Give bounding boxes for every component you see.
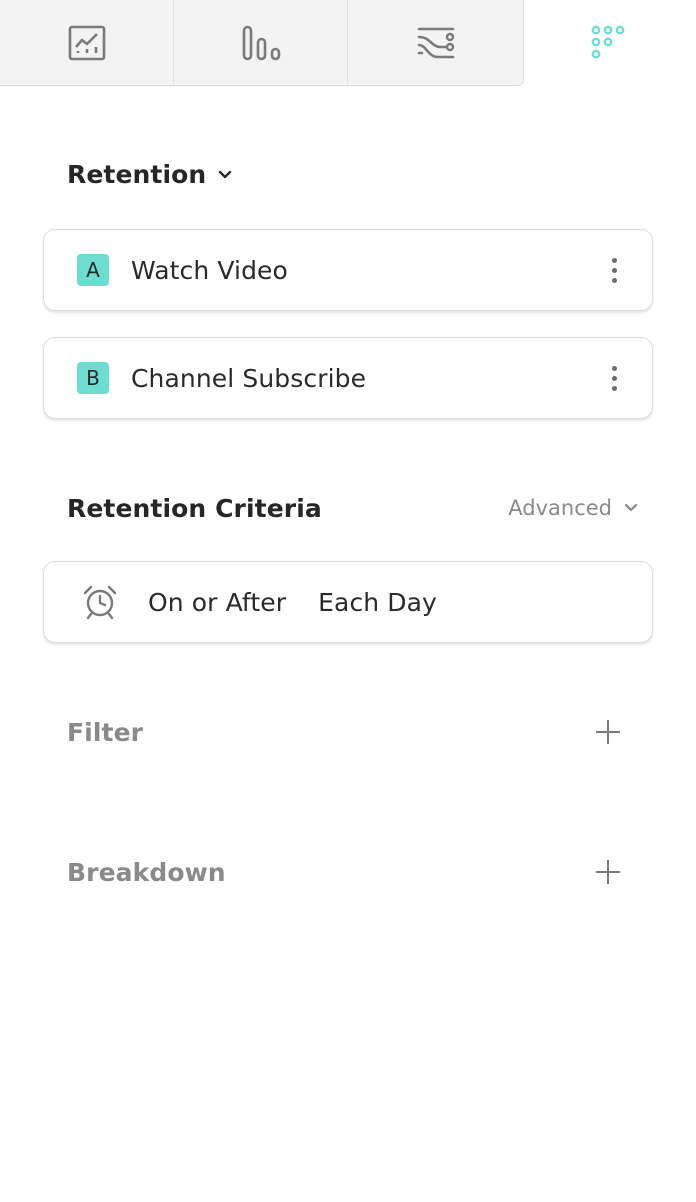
retention-grid-icon [591, 25, 625, 59]
add-breakdown-icon[interactable] [596, 860, 620, 884]
event-card-b[interactable]: B Channel Subscribe [43, 337, 653, 419]
event-badge-a: A [77, 254, 109, 286]
criteria-interval[interactable]: Each Day [318, 588, 437, 617]
event-badge-b: B [77, 362, 109, 394]
criteria-condition[interactable]: On or After [148, 588, 286, 617]
advanced-label: Advanced [508, 496, 612, 520]
event-label-b: Channel Subscribe [131, 363, 367, 393]
line-chart-icon [68, 25, 105, 60]
chevron-down-icon [219, 170, 232, 178]
bar-chart-icon [242, 25, 280, 60]
event-label-a: Watch Video [131, 255, 288, 285]
tab-retention[interactable] [524, 0, 696, 86]
retention-panel: Retention A Watch Video B Channel Subscr… [0, 0, 696, 1202]
tab-funnels[interactable] [174, 0, 348, 86]
criteria-card[interactable]: On or After Each Day [43, 561, 653, 643]
chevron-down-icon [624, 503, 638, 512]
page-title: Retention [67, 160, 207, 189]
tab-insights[interactable] [0, 0, 174, 86]
report-type-tabs [0, 0, 696, 88]
retention-dropdown[interactable]: Retention [67, 160, 232, 189]
event-card-a[interactable]: A Watch Video [43, 229, 653, 311]
flows-icon [417, 27, 454, 58]
add-filter-icon[interactable] [596, 720, 620, 744]
filter-title: Filter [67, 718, 144, 747]
tab-flows[interactable] [348, 0, 524, 86]
breakdown-title: Breakdown [67, 858, 226, 887]
more-options-icon[interactable] [602, 250, 626, 290]
more-options-icon[interactable] [602, 358, 626, 398]
criteria-title: Retention Criteria [67, 494, 322, 523]
advanced-dropdown[interactable]: Advanced [508, 496, 638, 520]
alarm-clock-icon [83, 585, 117, 620]
